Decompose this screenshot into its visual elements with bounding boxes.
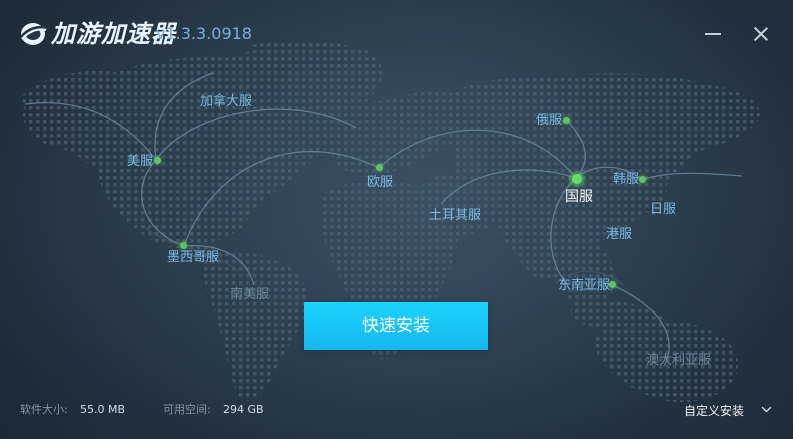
region-label-canada: 加拿大服 (200, 94, 253, 109)
minimize-icon[interactable] (700, 21, 726, 47)
app-logo-icon (19, 23, 48, 45)
russia-server-marker (563, 117, 570, 124)
region-label-korea: 韩服 (613, 172, 640, 187)
available-space-label: 可用空间: (163, 403, 211, 416)
footer: 软件大小: 55.0 MB 可用空间: 294 GB 自定义安装 (0, 395, 793, 427)
region-label-australia: 澳大利亚服 (646, 353, 712, 368)
region-label-japan: 日服 (650, 202, 677, 217)
custom-install-button[interactable]: 自定义安装 (684, 401, 779, 421)
korea-server-marker (639, 176, 646, 183)
chevron-down-icon (761, 406, 772, 413)
europe-server-marker (376, 164, 383, 171)
custom-install-label: 自定义安装 (684, 404, 745, 418)
region-label-us: 美服 (127, 154, 154, 169)
installer-window: 加游加速器 v1.3.3.0918 加拿大服 美服 墨西哥服 南美服 欧服 土耳… (0, 0, 793, 439)
mexico-server-marker (180, 242, 187, 249)
region-label-hong-kong: 港服 (606, 227, 633, 242)
software-size-value: 55.0 MB (80, 403, 126, 416)
world-map (0, 0, 793, 439)
region-label-china: 国服 (565, 189, 593, 205)
version-label: v1.3.3.0918 (156, 24, 252, 43)
region-label-south-america: 南美服 (230, 287, 270, 302)
close-icon[interactable] (748, 21, 774, 47)
software-size-label: 软件大小: (20, 403, 68, 416)
region-label-russia: 俄服 (536, 113, 563, 128)
region-label-mexico: 墨西哥服 (167, 250, 220, 265)
region-label-turkey: 土耳其服 (429, 208, 482, 223)
region-label-southeast-asia: 东南亚服 (558, 278, 611, 293)
available-space-value: 294 GB (223, 403, 264, 416)
title-bar: 加游加速器 v1.3.3.0918 (0, 0, 793, 64)
southeast-asia-server-marker (609, 281, 616, 288)
region-label-europe: 欧服 (367, 175, 394, 190)
china-server-marker (572, 174, 582, 184)
quick-install-button[interactable]: 快速安装 (304, 302, 488, 350)
us-server-marker (154, 157, 161, 164)
